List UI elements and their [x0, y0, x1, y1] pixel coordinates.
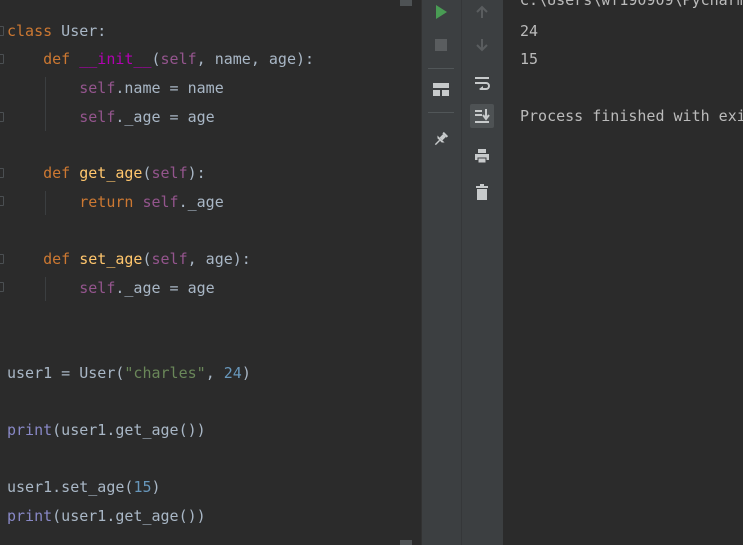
run-console[interactable]: C:\Users\wf190909\PycharmProjects 24 15 …	[503, 0, 743, 545]
console-toolbar	[461, 0, 503, 545]
toolbar-divider	[428, 68, 454, 69]
code-editor[interactable]: class User: def __init__(self, name, age…	[0, 0, 421, 545]
keyword-token: def	[43, 164, 71, 182]
scroll-to-end-icon	[475, 109, 490, 123]
keyword-token: return	[79, 193, 134, 211]
run-icon	[436, 5, 447, 19]
next-occurrence-button[interactable]	[470, 33, 494, 57]
self-token: self	[151, 164, 188, 182]
print-button[interactable]	[470, 144, 494, 168]
code-token: User:	[52, 22, 107, 40]
fold-marker-icon[interactable]	[0, 54, 4, 64]
run-toolbar	[421, 0, 461, 545]
function-name-token: set_age	[79, 250, 143, 268]
number-token: 15	[133, 478, 152, 496]
clear-all-button[interactable]	[470, 180, 494, 204]
builtin-token: print	[7, 507, 53, 525]
fold-marker-icon[interactable]	[0, 282, 4, 292]
code-token: ):	[187, 164, 206, 182]
code-line[interactable]: def set_age(self, age):	[7, 249, 251, 269]
builtin-token: print	[7, 421, 53, 439]
code-line[interactable]: class User:	[7, 21, 106, 41]
code-line[interactable]: def __init__(self, name, age):	[7, 49, 314, 69]
self-token: self	[142, 193, 179, 211]
code-line[interactable]: self._age = age	[7, 278, 215, 298]
self-token: self	[151, 250, 188, 268]
code-token: (user1.get_age())	[52, 421, 206, 439]
keyword-token: def	[43, 250, 71, 268]
self-token: self	[79, 279, 116, 297]
code-token: user1 = User(	[7, 364, 125, 382]
code-token: )	[151, 478, 161, 496]
down-arrow-icon	[476, 39, 488, 52]
number-token: 24	[223, 364, 242, 382]
pin-button[interactable]	[429, 127, 453, 151]
code-token: , age):	[187, 250, 251, 268]
editor-scrollbar[interactable]	[400, 0, 412, 6]
previous-occurrence-button[interactable]	[470, 0, 494, 24]
stop-icon	[435, 39, 447, 51]
up-arrow-icon	[476, 5, 488, 18]
code-line[interactable]: print(user1.get_age())	[7, 420, 206, 440]
code-token: ._age	[178, 193, 224, 211]
code-token: (	[151, 50, 161, 68]
code-token: user1.set_age(	[7, 478, 134, 496]
code-token: ,	[205, 364, 224, 382]
code-token: (	[142, 250, 152, 268]
code-token: ._age = age	[115, 279, 215, 297]
layout-icon	[433, 83, 449, 96]
toolbar-divider	[428, 112, 454, 113]
code-line[interactable]: print(user1.get_age())	[7, 506, 206, 526]
stop-button[interactable]	[429, 33, 453, 57]
code-token: )	[241, 364, 251, 382]
code-line[interactable]: user1.set_age(15)	[7, 477, 161, 497]
fold-marker-icon[interactable]	[0, 254, 4, 264]
string-token: "charles"	[124, 364, 206, 382]
pin-icon	[434, 131, 449, 146]
code-line[interactable]: def get_age(self):	[7, 163, 206, 183]
fold-marker-icon[interactable]	[0, 168, 4, 178]
process-finished-message: Process finished with exit code 0	[520, 107, 743, 125]
code-token: (user1.get_age())	[52, 507, 206, 525]
code-line[interactable]: return self._age	[7, 192, 224, 212]
scroll-to-end-button[interactable]	[470, 104, 494, 128]
code-token: ._age = age	[115, 108, 215, 126]
self-token: self	[79, 79, 116, 97]
console-output-line: 15	[520, 50, 539, 68]
print-icon	[475, 149, 489, 164]
keyword-token: class	[7, 22, 53, 40]
soft-wrap-button[interactable]	[470, 71, 494, 95]
self-token: self	[79, 108, 116, 126]
code-line[interactable]: self._age = age	[7, 107, 215, 127]
console-output-line: 24	[520, 22, 539, 40]
interpreter-path: C:\Users\wf190909\PycharmProjects	[520, 0, 743, 9]
magic-method-token: __init__	[79, 50, 152, 68]
code-token: (	[142, 164, 152, 182]
code-line[interactable]: self.name = name	[7, 78, 224, 98]
layout-button[interactable]	[429, 78, 453, 102]
trash-icon	[476, 184, 488, 200]
editor-scrollbar-bottom[interactable]	[400, 540, 412, 545]
code-line[interactable]: user1 = User("charles", 24)	[7, 363, 251, 383]
soft-wrap-icon	[475, 77, 490, 90]
keyword-token: def	[43, 50, 71, 68]
self-token: self	[160, 50, 197, 68]
code-token: , name, age):	[196, 50, 315, 68]
fold-marker-icon[interactable]	[0, 26, 4, 36]
code-token: .name = name	[115, 79, 224, 97]
fold-marker-icon[interactable]	[0, 112, 4, 122]
fold-marker-icon[interactable]	[0, 196, 4, 206]
run-button[interactable]	[429, 0, 453, 24]
function-name-token: get_age	[79, 164, 143, 182]
